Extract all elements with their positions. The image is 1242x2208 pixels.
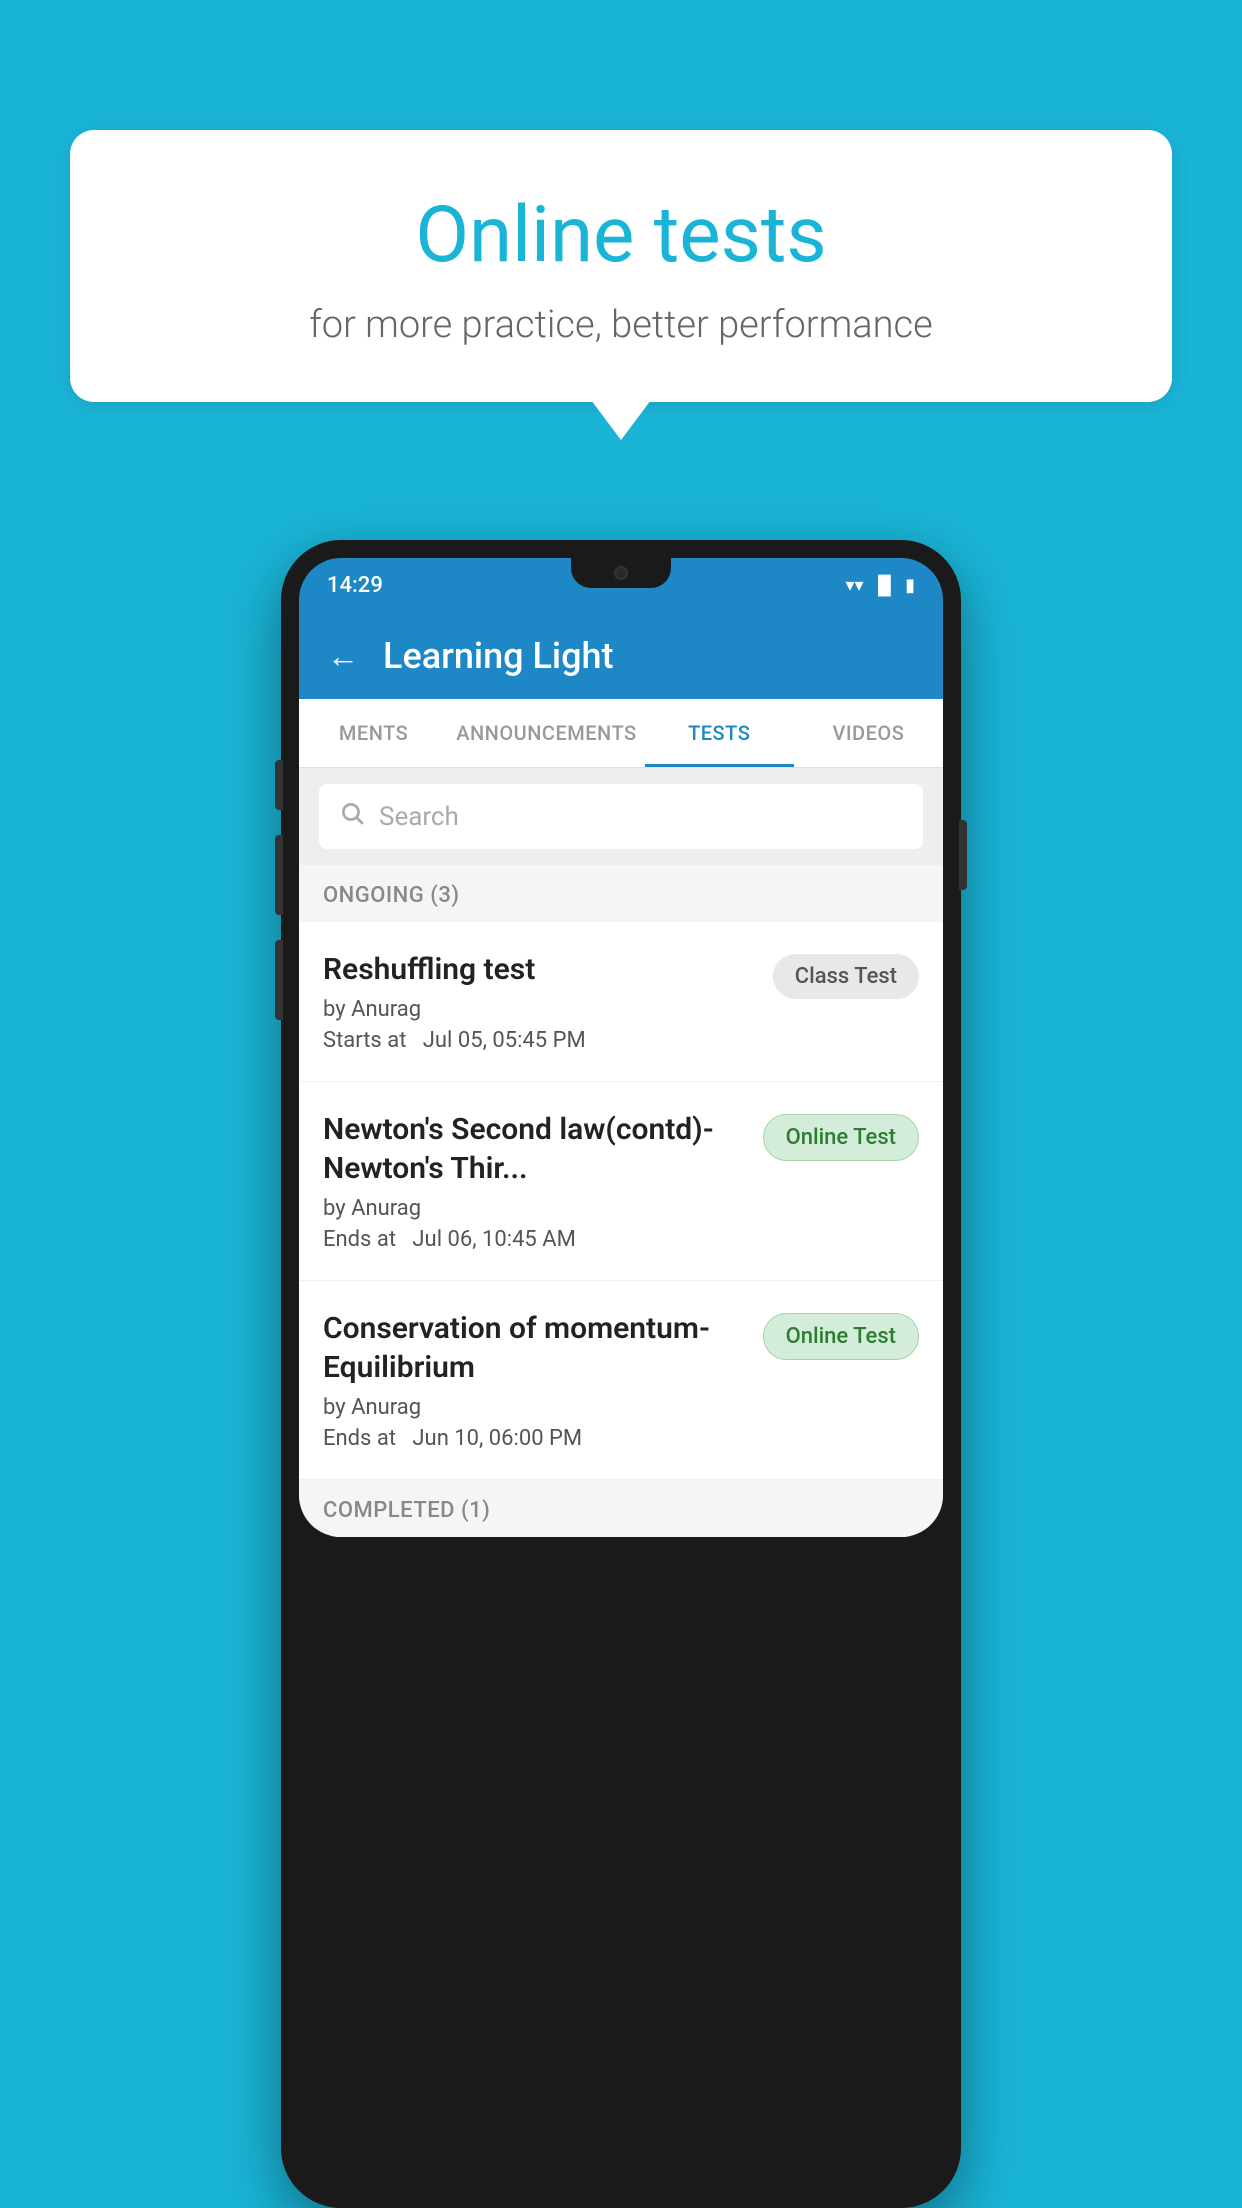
test-author-3: by Anurag: [323, 1395, 747, 1420]
app-header: ← Learning Light: [299, 613, 943, 699]
test-time-3: Ends at Jun 10, 06:00 PM: [323, 1426, 747, 1451]
test-badge-2: Online Test: [763, 1114, 919, 1161]
tabs-container: MENTS ANNOUNCEMENTS TESTS VIDEOS: [299, 699, 943, 768]
test-name-1: Reshuffling test: [323, 950, 757, 989]
phone-device: 14:29 ▾▾ ▐▌ ▮ ← Learning Light MENTS: [281, 540, 961, 2208]
status-icons: ▾▾ ▐▌ ▮: [846, 575, 916, 596]
test-author-1: by Anurag: [323, 997, 757, 1022]
test-info-3: Conservation of momentum-Equilibrium by …: [323, 1309, 763, 1451]
test-info-2: Newton's Second law(contd)-Newton's Thir…: [323, 1110, 763, 1252]
back-button[interactable]: ←: [327, 637, 359, 675]
signal-icon: ▐▌: [872, 575, 898, 596]
status-bar: 14:29 ▾▾ ▐▌ ▮: [299, 558, 943, 613]
battery-icon: ▮: [905, 575, 915, 596]
phone-notch: [571, 558, 671, 588]
test-item-3[interactable]: Conservation of momentum-Equilibrium by …: [299, 1281, 943, 1480]
test-badge-1: Class Test: [773, 954, 919, 999]
search-bar[interactable]: Search: [319, 784, 923, 849]
app-title: Learning Light: [383, 635, 613, 677]
test-time-2: Ends at Jul 06, 10:45 AM: [323, 1227, 747, 1252]
speech-bubble-container: Online tests for more practice, better p…: [70, 130, 1172, 402]
front-camera: [614, 566, 628, 580]
phone-wrapper: 14:29 ▾▾ ▐▌ ▮ ← Learning Light MENTS: [80, 540, 1162, 2208]
completed-section-header: COMPLETED (1): [299, 1480, 943, 1537]
test-time-1: Starts at Jul 05, 05:45 PM: [323, 1028, 757, 1053]
test-name-2: Newton's Second law(contd)-Newton's Thir…: [323, 1110, 747, 1188]
bubble-title: Online tests: [120, 190, 1122, 281]
search-placeholder: Search: [379, 802, 459, 832]
test-item-1[interactable]: Reshuffling test by Anurag Starts at Jul…: [299, 922, 943, 1082]
ongoing-section-header: ONGOING (3): [299, 865, 943, 922]
volume-up-button: [275, 760, 283, 810]
search-icon: [339, 800, 365, 833]
test-badge-3: Online Test: [763, 1313, 919, 1360]
status-time: 14:29: [327, 573, 383, 598]
test-author-2: by Anurag: [323, 1196, 747, 1221]
wifi-icon: ▾▾: [846, 575, 864, 596]
test-info-1: Reshuffling test by Anurag Starts at Jul…: [323, 950, 773, 1053]
test-item-2[interactable]: Newton's Second law(contd)-Newton's Thir…: [299, 1082, 943, 1281]
side-button-3: [275, 940, 283, 1020]
tab-ments[interactable]: MENTS: [299, 699, 448, 767]
volume-down-button: [275, 835, 283, 915]
tab-tests[interactable]: TESTS: [645, 699, 794, 767]
bubble-subtitle: for more practice, better performance: [120, 303, 1122, 347]
phone-screen: ← Learning Light MENTS ANNOUNCEMENTS TES…: [299, 613, 943, 1537]
speech-bubble: Online tests for more practice, better p…: [70, 130, 1172, 402]
tab-announcements[interactable]: ANNOUNCEMENTS: [448, 699, 644, 767]
search-container: Search: [299, 768, 943, 865]
tests-list: Reshuffling test by Anurag Starts at Jul…: [299, 922, 943, 1480]
power-button: [959, 820, 967, 890]
tab-videos[interactable]: VIDEOS: [794, 699, 943, 767]
test-name-3: Conservation of momentum-Equilibrium: [323, 1309, 747, 1387]
